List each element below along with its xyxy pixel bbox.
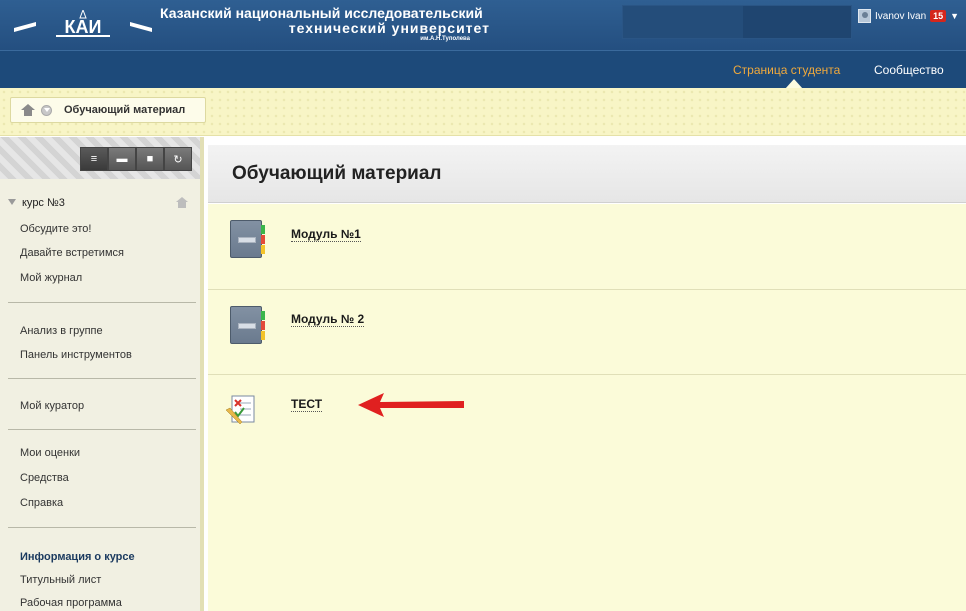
module-2-link[interactable]: Модуль № 2 xyxy=(291,312,365,327)
test-icon xyxy=(226,395,255,425)
tab-student-page[interactable]: Страница студента xyxy=(733,63,840,77)
sidebar-view-buttons: ≡ ▬ ■ ↻ xyxy=(80,147,192,171)
module-icon xyxy=(230,220,265,258)
site-header: КАИ Казанский национальный исследователь… xyxy=(0,0,966,50)
sidebar-item-grades[interactable]: Мои оценки xyxy=(20,447,80,459)
sidebar-item-tools[interactable]: Средства xyxy=(20,472,69,484)
user-avatar-icon xyxy=(858,9,871,23)
sidebar-toolbar: ≡ ▬ ■ ↻ xyxy=(0,137,200,179)
breadcrumb: Обучающий материал xyxy=(10,97,206,123)
kai-logo-icon[interactable]: КАИ xyxy=(14,10,152,42)
window-view-icon[interactable]: ■ xyxy=(136,147,164,171)
sidebar-divider xyxy=(8,378,196,379)
collapse-triangle-icon[interactable] xyxy=(8,199,16,205)
red-arrow-annotation-icon xyxy=(358,393,464,417)
folder-view-icon[interactable]: ▬ xyxy=(108,147,136,171)
sidebar-heading-course-info[interactable]: Информация о курсе xyxy=(20,551,135,563)
course-title: курс №3 xyxy=(22,197,65,209)
home-icon[interactable] xyxy=(21,104,35,116)
sidebar-item-curator[interactable]: Мой куратор xyxy=(20,400,84,412)
university-line2: технический университет xyxy=(288,20,490,36)
university-title: Казанский национальный исследовательский… xyxy=(160,6,580,43)
sidebar-item-meet[interactable]: Давайте встретимся xyxy=(20,247,124,259)
tab-community[interactable]: Сообщество xyxy=(874,63,944,77)
content-divider xyxy=(208,289,966,290)
sidebar-item-discuss[interactable]: Обсудите это! xyxy=(20,223,91,235)
sidebar-divider xyxy=(8,302,196,303)
test-link[interactable]: ТЕСТ xyxy=(291,397,323,412)
user-menu[interactable]: Ivanov Ivan 15 ▼ xyxy=(858,8,959,24)
user-name: Ivanov Ivan xyxy=(875,10,927,22)
sidebar-item-help[interactable]: Справка xyxy=(20,497,63,509)
header-search-field[interactable] xyxy=(623,6,743,38)
sidebar-divider xyxy=(8,527,196,528)
sidebar-item-work-program[interactable]: Рабочая программа xyxy=(20,597,122,609)
list-view-icon[interactable]: ≡ xyxy=(80,147,108,171)
course-home-icon[interactable] xyxy=(176,197,188,208)
module-1-link[interactable]: Модуль №1 xyxy=(291,227,361,242)
sidebar-item-journal[interactable]: Мой журнал xyxy=(20,272,82,284)
breadcrumb-current: Обучающий материал xyxy=(64,104,186,116)
university-line3: им.А.Н.Туполева xyxy=(420,36,470,42)
header-search-area xyxy=(622,5,852,39)
module-icon xyxy=(230,306,265,344)
notification-badge[interactable]: 15 xyxy=(930,10,947,22)
course-header[interactable]: курс №3 xyxy=(8,197,194,211)
content-divider xyxy=(208,374,966,375)
sidebar-item-tools-panel[interactable]: Панель инструментов xyxy=(20,349,132,361)
refresh-icon[interactable]: ↻ xyxy=(164,147,192,171)
sidebar-divider xyxy=(8,429,196,430)
course-sidebar: ≡ ▬ ■ ↻ курс №3 Обсудите это! Давайте вс… xyxy=(0,137,204,611)
content-header: Обучающий материал xyxy=(208,145,966,203)
sidebar-item-title-page[interactable]: Титульный лист xyxy=(20,574,101,586)
page-title: Обучающий материал xyxy=(232,163,442,184)
sidebar-item-group-analysis[interactable]: Анализ в группе xyxy=(20,325,103,337)
university-line1: Казанский национальный исследовательский xyxy=(160,5,483,21)
chevron-down-icon[interactable]: ▼ xyxy=(950,11,959,21)
top-navigation: Страница студента Сообщество xyxy=(0,50,966,89)
breadcrumb-bar: Обучающий материал xyxy=(0,88,966,136)
svg-text:КАИ: КАИ xyxy=(65,17,102,37)
chevron-down-icon[interactable] xyxy=(41,104,52,116)
